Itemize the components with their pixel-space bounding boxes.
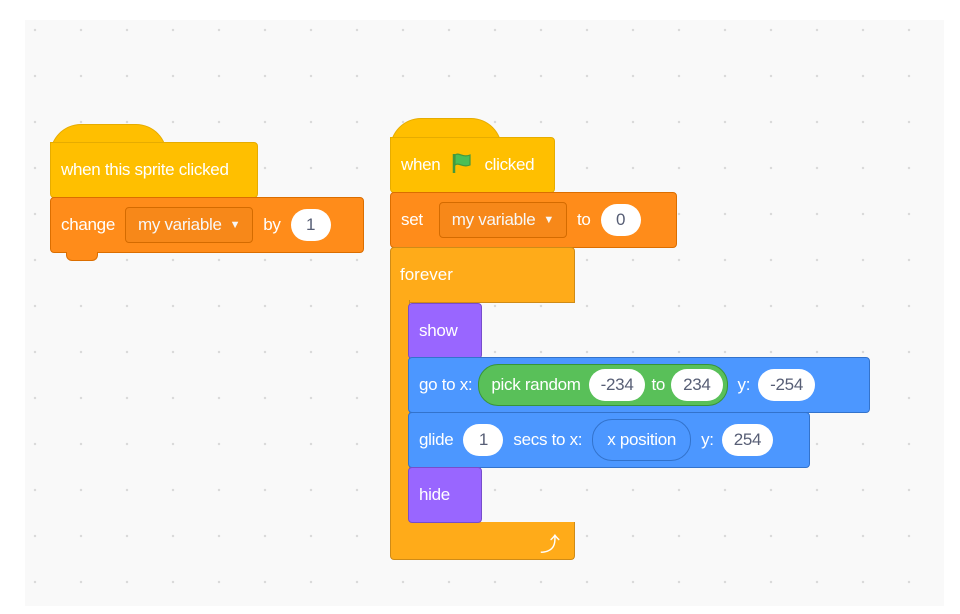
secs-label: secs to x: bbox=[513, 430, 583, 449]
forever-label: forever bbox=[400, 265, 453, 284]
pick-random-block[interactable]: pick random -234 to 234 bbox=[478, 364, 728, 406]
x-position-reporter[interactable]: x position bbox=[592, 419, 692, 461]
value-input[interactable]: 1 bbox=[290, 209, 331, 241]
hide-block[interactable]: hide bbox=[408, 467, 482, 523]
block-label: set bbox=[401, 210, 423, 229]
y-input[interactable]: 254 bbox=[721, 424, 774, 456]
set-variable-block[interactable]: set my variable ▼ to 0 bbox=[390, 192, 677, 248]
clicked-label: clicked bbox=[484, 155, 535, 174]
block-label: change bbox=[61, 215, 115, 234]
when-sprite-clicked-block[interactable]: when this sprite clicked bbox=[50, 142, 258, 198]
y-label: y: bbox=[701, 430, 714, 449]
by-label: by bbox=[263, 215, 281, 234]
block-label: show bbox=[419, 321, 458, 340]
green-flag-icon bbox=[450, 151, 474, 180]
caret-down-icon: ▼ bbox=[229, 219, 241, 231]
show-block[interactable]: show bbox=[408, 303, 482, 359]
variable-dropdown[interactable]: my variable ▼ bbox=[124, 207, 254, 243]
to-label: to bbox=[577, 210, 591, 229]
block-label: hide bbox=[419, 485, 450, 504]
random-from-input[interactable]: -234 bbox=[588, 369, 646, 401]
code-workspace[interactable] bbox=[25, 20, 944, 606]
y-label: y: bbox=[737, 375, 751, 394]
block-label: go to x: bbox=[419, 375, 473, 394]
value-input[interactable]: 0 bbox=[600, 204, 641, 236]
loop-arrow-icon: ⤴ bbox=[540, 534, 560, 556]
to-label: to bbox=[651, 375, 666, 394]
random-to-input[interactable]: 234 bbox=[671, 369, 723, 401]
block-label: when this sprite clicked bbox=[61, 160, 229, 179]
glide-block[interactable]: glide 1 secs to x: x position y: 254 bbox=[408, 412, 810, 468]
y-input[interactable]: -254 bbox=[758, 369, 815, 401]
variable-dropdown[interactable]: my variable ▼ bbox=[438, 202, 567, 238]
pick-random-label: pick random bbox=[491, 375, 581, 394]
when-label: when bbox=[401, 155, 441, 174]
go-to-xy-block[interactable]: go to x: pick random -234 to 234 y: -254 bbox=[408, 357, 870, 413]
secs-input[interactable]: 1 bbox=[463, 424, 504, 456]
change-variable-block[interactable]: change my variable ▼ by 1 bbox=[50, 197, 364, 253]
caret-down-icon: ▼ bbox=[543, 214, 554, 226]
block-notch bbox=[66, 252, 98, 261]
block-label: glide bbox=[419, 430, 454, 449]
when-flag-clicked-block[interactable]: when clicked bbox=[390, 137, 555, 193]
forever-arm bbox=[390, 300, 410, 526]
